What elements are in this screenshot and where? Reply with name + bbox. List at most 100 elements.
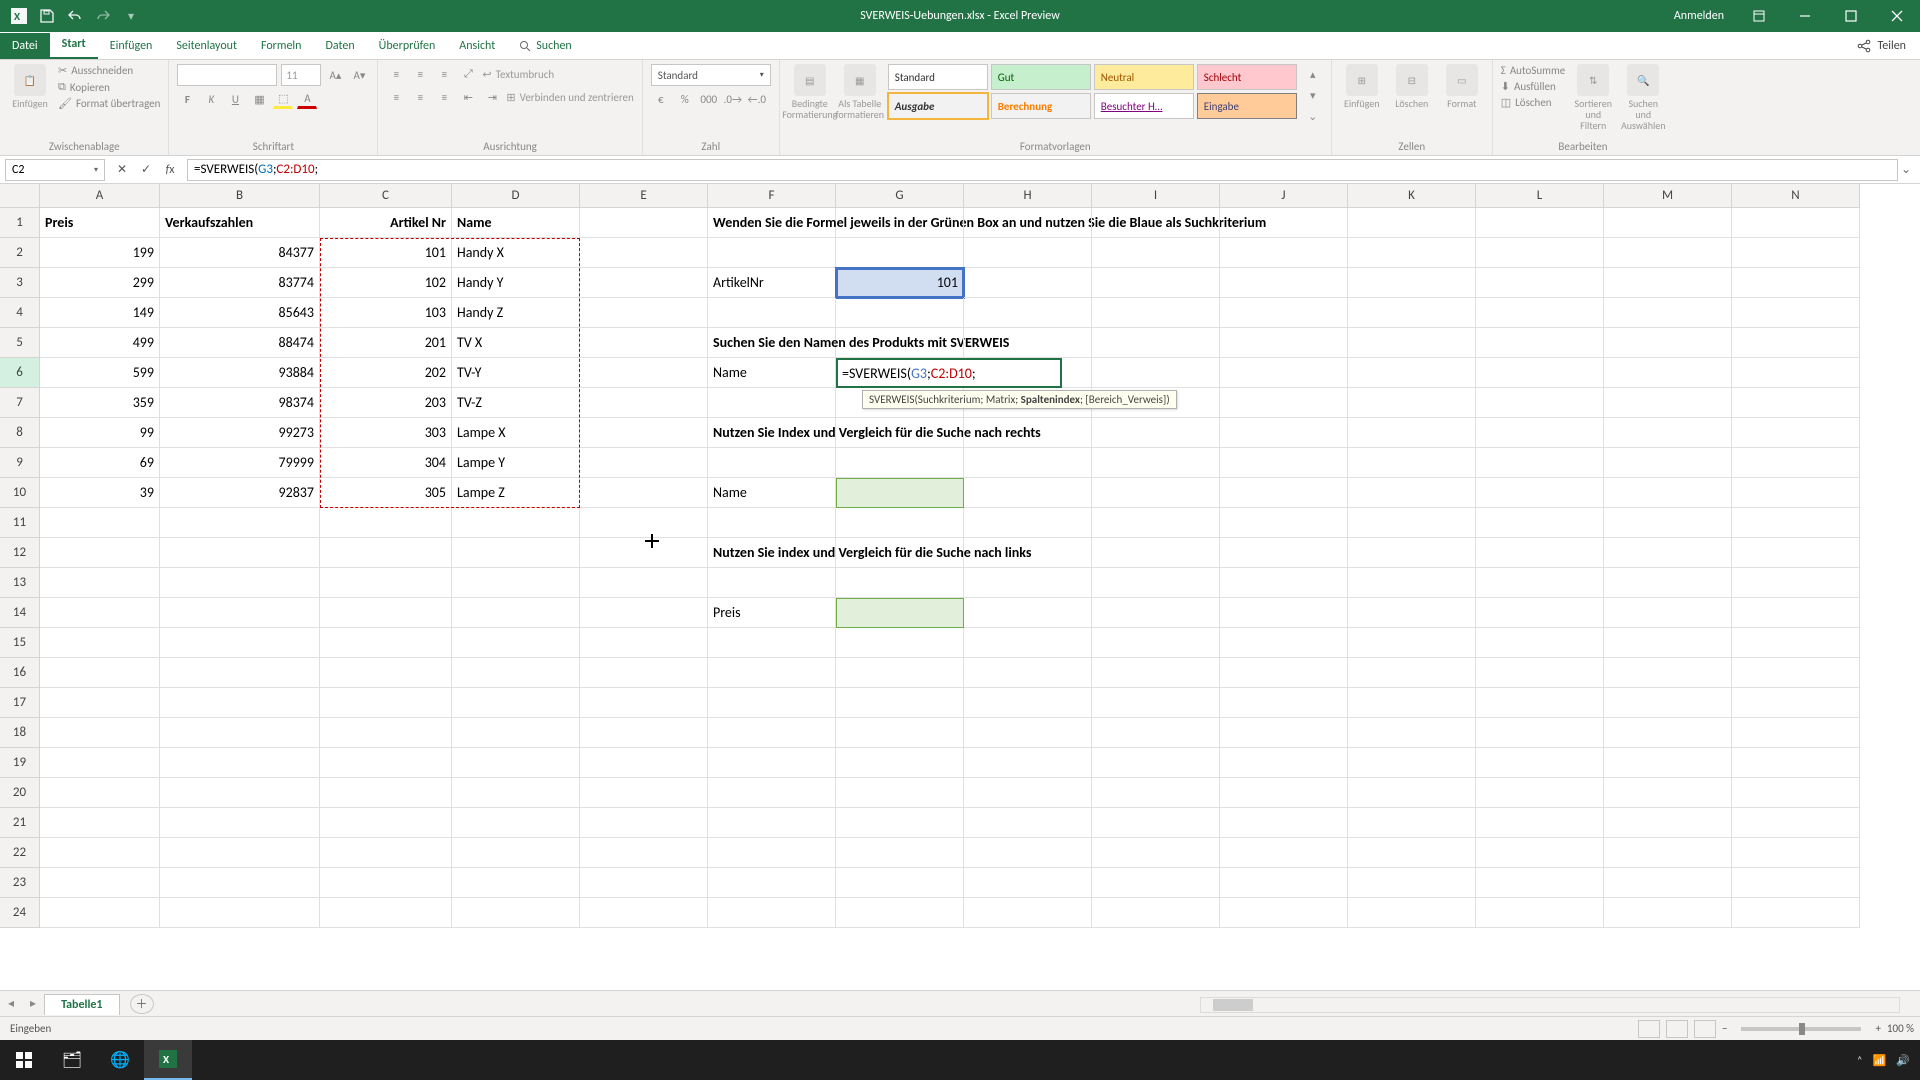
cell[interactable]: 199: [40, 238, 160, 268]
italic-button[interactable]: K: [201, 89, 221, 109]
cell[interactable]: [1476, 208, 1604, 238]
cell[interactable]: [580, 208, 708, 238]
cell[interactable]: [1348, 778, 1476, 808]
cell[interactable]: [836, 658, 964, 688]
cell[interactable]: [1092, 598, 1220, 628]
cell[interactable]: Handy X: [452, 238, 580, 268]
cell[interactable]: [1348, 838, 1476, 868]
cell[interactable]: 599: [40, 358, 160, 388]
save-icon[interactable]: [38, 7, 56, 25]
row-header[interactable]: 9: [0, 448, 40, 478]
cell[interactable]: [160, 808, 320, 838]
delete-cells-button[interactable]: ⊟Löschen: [1390, 64, 1434, 109]
cell[interactable]: [160, 868, 320, 898]
cell[interactable]: [452, 808, 580, 838]
cell[interactable]: [580, 598, 708, 628]
cell[interactable]: [1604, 628, 1732, 658]
cell[interactable]: [1732, 298, 1860, 328]
cell[interactable]: [1220, 568, 1348, 598]
cell[interactable]: 304: [320, 448, 452, 478]
cell[interactable]: [580, 868, 708, 898]
cell[interactable]: [1348, 388, 1476, 418]
cell[interactable]: [452, 598, 580, 628]
cell[interactable]: 299: [40, 268, 160, 298]
cell[interactable]: [836, 868, 964, 898]
cell[interactable]: [836, 478, 964, 508]
cell[interactable]: [452, 568, 580, 598]
align-right-icon[interactable]: ≡: [434, 87, 454, 107]
style-eingabe[interactable]: Eingabe: [1197, 93, 1297, 119]
decrease-font-icon[interactable]: A▾: [349, 65, 369, 85]
cell[interactable]: [1220, 238, 1348, 268]
cell[interactable]: [452, 688, 580, 718]
row-header[interactable]: 11: [0, 508, 40, 538]
column-header[interactable]: K: [1348, 184, 1476, 208]
cell[interactable]: [708, 568, 836, 598]
cell[interactable]: [1476, 538, 1604, 568]
cell[interactable]: [964, 778, 1092, 808]
cell[interactable]: [836, 508, 964, 538]
autosum-button[interactable]: ΣAutoSumme: [1501, 64, 1565, 77]
cell[interactable]: [708, 658, 836, 688]
minimize-button[interactable]: [1782, 0, 1828, 32]
cell[interactable]: [1604, 748, 1732, 778]
cell[interactable]: [1220, 358, 1348, 388]
tab-data[interactable]: Daten: [313, 33, 366, 59]
cell[interactable]: [1348, 658, 1476, 688]
cell[interactable]: 92837: [160, 478, 320, 508]
cell[interactable]: [1604, 478, 1732, 508]
row-header[interactable]: 23: [0, 868, 40, 898]
cell[interactable]: [708, 508, 836, 538]
cell[interactable]: [836, 718, 964, 748]
row-header[interactable]: 2: [0, 238, 40, 268]
cell[interactable]: 83774: [160, 268, 320, 298]
cell[interactable]: [580, 568, 708, 598]
cell[interactable]: [1732, 358, 1860, 388]
cell[interactable]: [1092, 328, 1220, 358]
cell[interactable]: [964, 568, 1092, 598]
cell[interactable]: [964, 868, 1092, 898]
cell[interactable]: [836, 298, 964, 328]
cell[interactable]: [1476, 718, 1604, 748]
cell[interactable]: [40, 718, 160, 748]
wrap-text-button[interactable]: ↩Textumbruch: [482, 68, 554, 81]
cell[interactable]: [1604, 778, 1732, 808]
style-besuchter[interactable]: Besuchter H…: [1094, 93, 1194, 119]
cell[interactable]: [452, 898, 580, 928]
cell[interactable]: [1732, 628, 1860, 658]
cell[interactable]: [1604, 568, 1732, 598]
currency-icon[interactable]: €: [651, 89, 671, 109]
row-header[interactable]: 19: [0, 748, 40, 778]
cell[interactable]: [836, 238, 964, 268]
cell[interactable]: Preis: [40, 208, 160, 238]
cell[interactable]: 305: [320, 478, 452, 508]
cell[interactable]: [964, 328, 1092, 358]
cell[interactable]: [1220, 448, 1348, 478]
cell[interactable]: [1220, 898, 1348, 928]
cell[interactable]: [320, 898, 452, 928]
percent-icon[interactable]: %: [675, 89, 695, 109]
cell[interactable]: [320, 688, 452, 718]
cell[interactable]: [836, 448, 964, 478]
cell[interactable]: [1220, 718, 1348, 748]
cell[interactable]: [1348, 748, 1476, 778]
tab-pagelayout[interactable]: Seitenlayout: [164, 33, 249, 59]
style-schlecht[interactable]: Schlecht: [1197, 64, 1297, 90]
row-header[interactable]: 10: [0, 478, 40, 508]
cell[interactable]: [320, 568, 452, 598]
styles-scroll-down-icon[interactable]: ▾: [1303, 85, 1323, 105]
dec-decimal-icon[interactable]: ←.0: [747, 89, 767, 109]
cell[interactable]: [40, 778, 160, 808]
cell[interactable]: [1348, 448, 1476, 478]
tray-chevron-icon[interactable]: ˄: [1857, 1054, 1863, 1067]
cell[interactable]: [836, 838, 964, 868]
cell[interactable]: [1604, 808, 1732, 838]
merge-button[interactable]: ⊞Verbinden und zentrieren: [506, 91, 633, 104]
cell[interactable]: [160, 658, 320, 688]
cell[interactable]: [708, 748, 836, 778]
cell[interactable]: [1092, 808, 1220, 838]
cell[interactable]: [40, 508, 160, 538]
cell[interactable]: 202: [320, 358, 452, 388]
view-normal-icon[interactable]: [1638, 1020, 1660, 1038]
expand-formula-bar-icon[interactable]: ⌄: [1898, 162, 1920, 177]
